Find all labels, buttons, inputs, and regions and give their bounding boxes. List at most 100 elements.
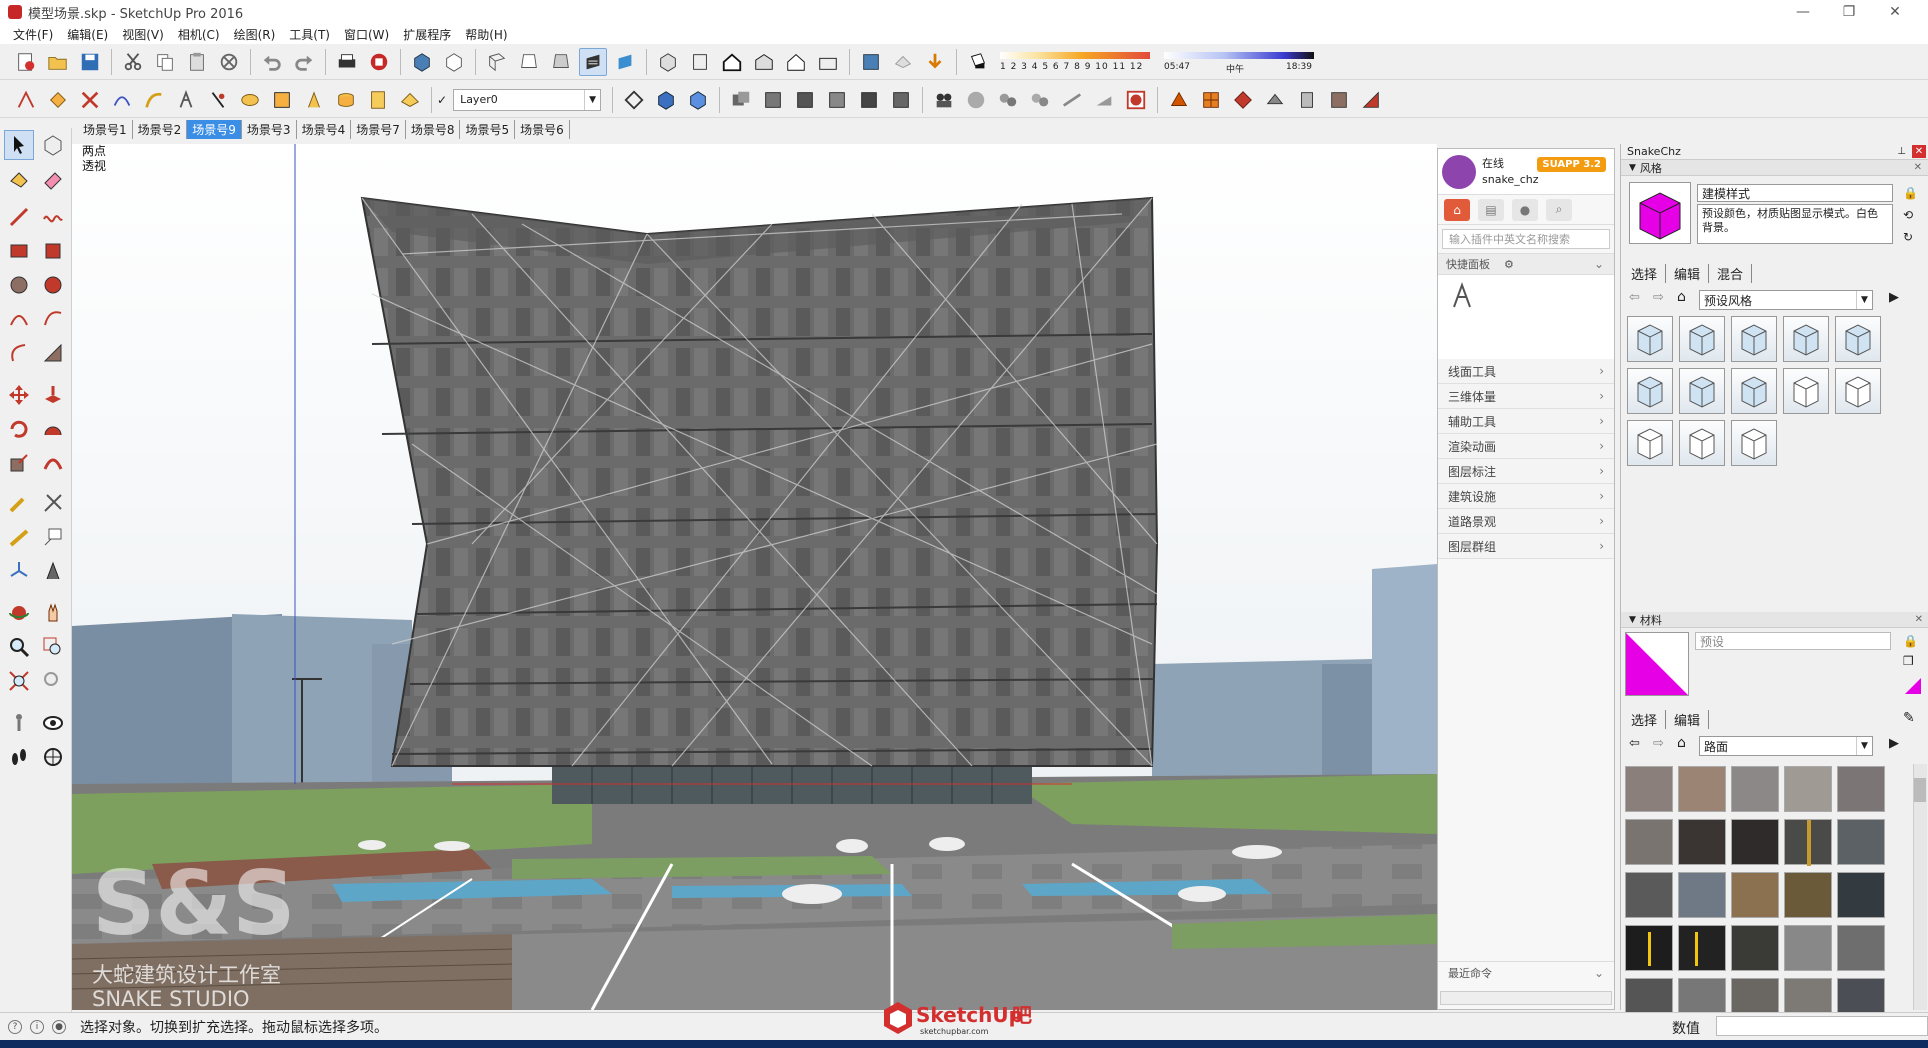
render-3-icon[interactable]: [1058, 86, 1086, 114]
model-info-button[interactable]: [365, 48, 393, 76]
material-swatch[interactable]: [1784, 925, 1832, 971]
styles-tab-select[interactable]: 选择: [1623, 264, 1667, 283]
render-stop-icon[interactable]: [1122, 86, 1150, 114]
shaded-style-button[interactable]: [579, 47, 607, 76]
material-swatch[interactable]: [1731, 819, 1779, 865]
layer-dropdown[interactable]: Layer0 ▼: [453, 88, 602, 111]
section-plane-button[interactable]: [857, 48, 885, 76]
eyedropper-icon[interactable]: ✎: [1903, 710, 1915, 726]
scene-tab[interactable]: 场景号8: [406, 119, 461, 139]
credits-icon[interactable]: i: [30, 1019, 44, 1034]
styles-tab-edit[interactable]: 编辑: [1666, 264, 1710, 283]
plugin-tool-11-icon[interactable]: [332, 86, 360, 114]
axes-tool-icon[interactable]: [4, 556, 34, 586]
style-thumbnail-item[interactable]: [1783, 316, 1829, 362]
line-tool-icon[interactable]: [4, 202, 34, 232]
avatar[interactable]: [1442, 154, 1476, 189]
style-name-field[interactable]: 建模样式: [1697, 184, 1893, 202]
shadow-time-slider[interactable]: 05:47 中午 18:39: [1164, 48, 1314, 76]
update-style-icon[interactable]: ⟲: [1903, 208, 1913, 222]
component-4-icon[interactable]: [855, 86, 883, 114]
plugin-tool-5-icon[interactable]: [140, 86, 168, 114]
select-tool-icon[interactable]: [4, 130, 34, 160]
material-swatch[interactable]: [1625, 766, 1673, 812]
styles-section-header[interactable]: ▼ 风格 ✕: [1621, 160, 1928, 176]
search-icon[interactable]: ⌕: [1546, 198, 1572, 221]
paint-bucket-button[interactable]: [440, 48, 468, 76]
user-account-icon[interactable]: ●: [52, 1019, 66, 1034]
textured-style-button[interactable]: [611, 48, 639, 76]
render-4-icon[interactable]: [1090, 86, 1118, 114]
save-button[interactable]: [76, 48, 104, 76]
material-swatch[interactable]: [1625, 872, 1673, 918]
print-button[interactable]: [333, 48, 361, 76]
category-layer-annotation[interactable]: 图层标注 ›: [1438, 459, 1614, 484]
material-swatch[interactable]: [1837, 872, 1885, 918]
horizontal-scrollbar[interactable]: [1440, 991, 1612, 1005]
zoom-tool-icon[interactable]: [4, 632, 34, 662]
lock-icon[interactable]: 🔒: [1903, 186, 1918, 200]
two-point-arc-tool-icon[interactable]: [38, 304, 68, 334]
scene-tab[interactable]: 场景号4: [297, 119, 352, 139]
style-thumbnail-item[interactable]: [1835, 368, 1881, 414]
menu-camera[interactable]: 相机(C): [171, 26, 227, 43]
follow-me-tool-icon[interactable]: [38, 414, 68, 444]
xray-style-button[interactable]: [483, 48, 511, 76]
plugin-cube-1-icon[interactable]: [652, 86, 680, 114]
home-icon[interactable]: ⌂: [1444, 198, 1470, 221]
material-swatch[interactable]: [1784, 819, 1832, 866]
style-thumbnail-item[interactable]: [1679, 420, 1725, 466]
material-tool-1-icon[interactable]: [1165, 86, 1193, 114]
circle-tool-icon[interactable]: [4, 270, 34, 300]
three-point-arc-tool-icon[interactable]: [4, 338, 34, 368]
materials-section-header[interactable]: ▼ 材料 ✕: [1621, 612, 1928, 628]
quick-panel-header[interactable]: 快捷面板 ⚙ ⌄: [1438, 253, 1614, 275]
material-swatch[interactable]: [1731, 925, 1779, 971]
scale-tool-icon[interactable]: [4, 448, 34, 478]
category-road-landscape[interactable]: 道路景观 ›: [1438, 509, 1614, 534]
right-view-button[interactable]: [750, 48, 778, 76]
back-view-button[interactable]: [782, 48, 810, 76]
orbit-tool-icon[interactable]: [4, 598, 34, 628]
rotate-tool-icon[interactable]: [4, 414, 34, 444]
close-tray-button[interactable]: ✕: [1912, 145, 1926, 158]
style-thumbnail-item[interactable]: [1835, 316, 1881, 362]
plugin-tool-7-icon[interactable]: [204, 86, 232, 114]
plugin-tool-1-icon[interactable]: [12, 86, 40, 114]
material-swatch[interactable]: [1678, 872, 1726, 918]
material-tool-2-icon[interactable]: [1197, 86, 1225, 114]
material-swatch[interactable]: [1731, 766, 1779, 812]
orbit-icon[interactable]: [620, 86, 648, 114]
plugin-tool-10-icon[interactable]: [300, 86, 328, 114]
create-material-icon[interactable]: ❒: [1903, 654, 1914, 668]
plugin-tool-6-icon[interactable]: [172, 86, 200, 114]
rotated-rectangle-tool-icon[interactable]: [38, 236, 68, 266]
material-swatch[interactable]: [1731, 872, 1779, 918]
material-name-field[interactable]: 预设: [1695, 632, 1891, 650]
camera-film-icon[interactable]: [930, 86, 958, 114]
section-fill-button[interactable]: [921, 48, 949, 76]
category-helper-tools[interactable]: 辅助工具 ›: [1438, 409, 1614, 434]
shadows-toggle-button[interactable]: [964, 48, 992, 76]
materials-tab-select[interactable]: 选择: [1623, 710, 1667, 729]
front-view-button[interactable]: [718, 48, 746, 76]
style-thumbnail-item[interactable]: [1627, 420, 1673, 466]
paint-bucket-tool-icon[interactable]: [4, 164, 34, 194]
material-swatch[interactable]: [1625, 925, 1673, 971]
minimize-button[interactable]: —: [1780, 0, 1826, 24]
close-button[interactable]: ✕: [1872, 0, 1918, 24]
scene-tab[interactable]: 场景号3: [242, 119, 297, 139]
recent-commands[interactable]: 最近命令 ⌄: [1438, 961, 1614, 983]
library-icon[interactable]: ▤: [1478, 198, 1504, 221]
modeling-viewport[interactable]: S&S 大蛇建筑设计工作室 SNAKE STUDIO: [72, 144, 1437, 1010]
group-icon[interactable]: [727, 86, 755, 114]
forward-arrow-icon[interactable]: ⇨: [1653, 736, 1664, 751]
zoom-window-tool-icon[interactable]: [38, 632, 68, 662]
polygon-tool-icon[interactable]: [38, 270, 68, 300]
pie-tool-icon[interactable]: [38, 338, 68, 368]
gear-icon[interactable]: ⚙: [1504, 258, 1514, 271]
geo-location-icon[interactable]: ?: [8, 1019, 22, 1034]
component-2-icon[interactable]: [791, 86, 819, 114]
styles-tab-mix[interactable]: 混合: [1709, 264, 1753, 283]
measurements-input[interactable]: [1716, 1016, 1928, 1036]
